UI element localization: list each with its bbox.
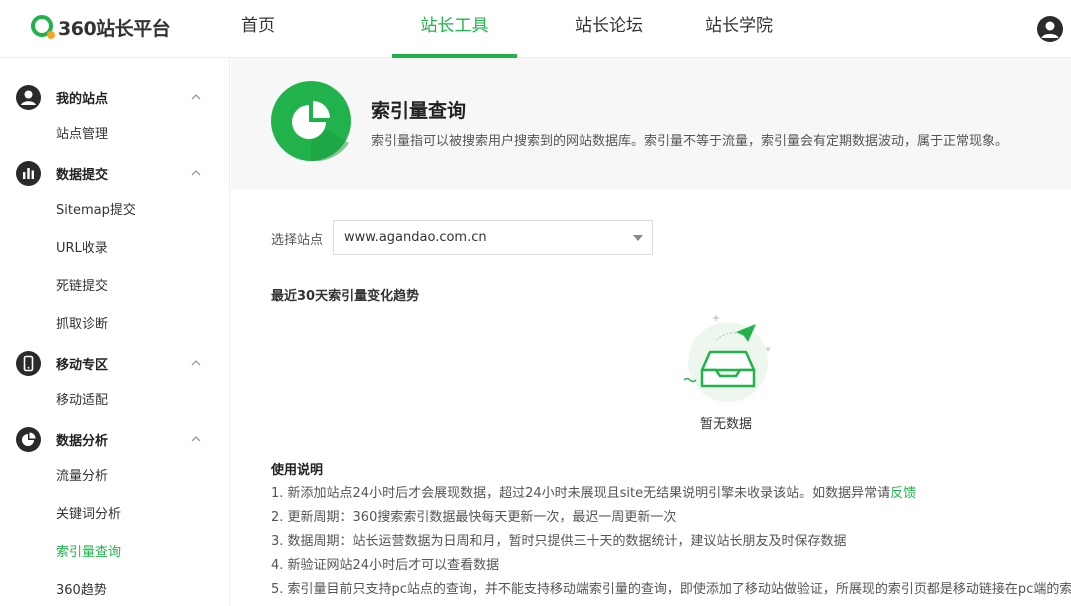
sidebar-group-label: 数据提交 (56, 167, 109, 183)
nav-item-forum[interactable]: 站长论坛 (557, 0, 661, 58)
mobile-icon (16, 350, 41, 376)
sidebar-item-mobile-adapt[interactable]: 移动适配 (56, 391, 108, 411)
sidebar-group-label: 我的站点 (56, 91, 109, 107)
sidebar-group-label: 移动专区 (56, 357, 109, 373)
bar-chart-icon (16, 160, 41, 186)
usage-line: 2. 更新周期：360搜索索引数据最快每天更新一次，最迟一周更新一次 (271, 510, 677, 525)
top-header: 360站长平台 首页 站长工具 站长论坛 站长学院 (0, 0, 1071, 58)
site-logo[interactable]: 360站长平台 (30, 13, 171, 41)
nav-item-home[interactable]: 首页 (206, 0, 310, 58)
user-icon (16, 84, 41, 110)
sidebar-item-sitemap[interactable]: Sitemap提交 (56, 201, 136, 221)
nav-item-webmaster-tools[interactable]: 站长工具 (392, 0, 517, 58)
page-description: 索引量指可以被搜索用户搜索到的网站数据库。索引量不等于流量，索引量会有定期数据波… (371, 134, 1009, 149)
chevron-up-icon (191, 170, 201, 176)
sidebar-group-my-sites[interactable]: 我的站点 (0, 78, 230, 116)
usage-section-title: 使用说明 (271, 463, 324, 478)
page-banner: 索引量查询 索引量指可以被搜索用户搜索到的网站数据库。索引量不等于流量，索引量会… (231, 58, 1071, 190)
usage-line-text: 1. 新添加站点24小时后才会展现数据，超过24小时未展现且site无结果说明引… (271, 486, 891, 501)
sidebar-group-data-analysis[interactable]: 数据分析 (0, 420, 230, 458)
site-select-label: 选择站点 (271, 233, 324, 248)
sidebar-item-crawl-diagnosis[interactable]: 抓取诊断 (56, 315, 108, 335)
sidebar-item-360-trend[interactable]: 360趋势 (56, 581, 107, 601)
chevron-up-icon (191, 360, 201, 366)
avatar-user-icon (1041, 21, 1059, 38)
logo-icon (31, 15, 55, 39)
nav-item-academy[interactable]: 站长学院 (687, 0, 791, 58)
sidebar-group-label: 数据分析 (56, 433, 109, 449)
sidebar-item-keyword-analysis[interactable]: 关键词分析 (56, 505, 121, 525)
chevron-up-icon (191, 94, 201, 100)
sidebar-item-index-query[interactable]: 索引量查询 (56, 543, 121, 563)
sidebar-item-url-submit[interactable]: URL收录 (56, 239, 108, 259)
user-avatar[interactable] (1037, 16, 1063, 42)
pie-chart-icon (271, 81, 351, 161)
caret-down-icon (633, 235, 643, 241)
empty-inbox-icon (683, 314, 771, 402)
logo-text: 360站长平台 (58, 17, 171, 40)
sidebar-item-dead-links[interactable]: 死链提交 (56, 277, 108, 297)
chevron-up-icon (191, 436, 201, 442)
pie-chart-icon (16, 426, 41, 452)
sidebar-item-site-management[interactable]: 站点管理 (56, 125, 108, 145)
sidebar-group-mobile[interactable]: 移动专区 (0, 344, 230, 382)
usage-line: 1. 新添加站点24小时后才会展现数据，超过24小时未展现且site无结果说明引… (271, 482, 916, 501)
sidebar: 我的站点 站点管理 数据提交 Sitemap提交 URL收录 死链提交 抓取诊断… (0, 58, 230, 606)
site-select-value: www.agandao.com.cn (344, 230, 487, 245)
usage-line: 3. 数据周期：站长运营数据为日周和月，暂时只提供三十天的数据统计，建议站长朋友… (271, 534, 847, 549)
usage-line: 4. 新验证网站24小时后才可以查看数据 (271, 558, 500, 573)
trend-section-title: 最近30天索引量变化趋势 (271, 289, 420, 304)
sidebar-group-data-submit[interactable]: 数据提交 (0, 154, 230, 192)
main-nav: 首页 站长工具 站长论坛 站长学院 (206, 0, 791, 58)
feedback-link[interactable]: 反馈 (890, 486, 916, 501)
sidebar-item-traffic-analysis[interactable]: 流量分析 (56, 467, 108, 487)
site-select-dropdown[interactable]: www.agandao.com.cn (333, 220, 653, 255)
page-title: 索引量查询 (371, 100, 467, 122)
usage-line: 5. 索引量目前只支持pc站点的查询，并不能支持移动端索引量的查询，即使添加了移… (271, 582, 1071, 597)
empty-state-text: 暂无数据 (700, 417, 753, 432)
